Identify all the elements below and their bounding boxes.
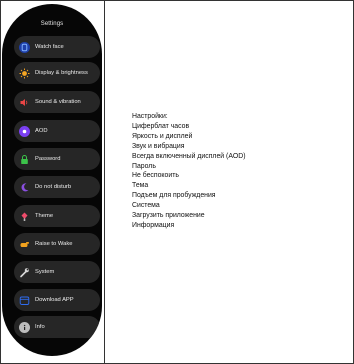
- info-heading: Настройки:: [132, 113, 168, 120]
- info-line: Информация: [132, 221, 175, 229]
- menu-label: Watch face: [35, 43, 64, 50]
- lock-icon: [19, 154, 30, 165]
- download-app-icon: [19, 295, 30, 306]
- info-line: Пароль: [132, 162, 156, 170]
- menu-item-info[interactable]: Info: [14, 316, 100, 338]
- moon-icon: [19, 182, 30, 193]
- info-line: Яркость и дисплей: [132, 132, 193, 140]
- info-line: Подъем для пробуждения: [132, 192, 216, 200]
- wrench-icon: [19, 267, 30, 278]
- menu-item-watch-face[interactable]: Watch face: [14, 36, 100, 58]
- cell-divider: [104, 0, 105, 364]
- settings-description-list: Настройки: Циферблат часов Яркость и дис…: [132, 112, 347, 231]
- menu-item-system[interactable]: System: [14, 261, 100, 283]
- menu-label: Theme: [35, 212, 54, 219]
- menu-item-aod[interactable]: AOD: [14, 120, 100, 142]
- menu-item-do-not-disturb[interactable]: Do not disturb: [14, 176, 100, 198]
- menu-label: Sound & vibration: [35, 98, 81, 105]
- menu-label: Raise to Wake: [35, 240, 73, 247]
- menu-item-display-brightness[interactable]: Display & brightness: [14, 62, 100, 84]
- info-line: Не беспокоить: [132, 172, 179, 180]
- sun-icon: [19, 68, 30, 79]
- menu-label: Display & brightness: [35, 69, 88, 76]
- info-line: Всегда включенный дисплей (AOD): [132, 152, 246, 160]
- watch-screen: Settings Watch face Display & brightness…: [2, 4, 102, 356]
- info-line: Звук и вибрация: [132, 142, 185, 150]
- info-line: Система: [132, 202, 160, 210]
- menu-item-download-app[interactable]: Download APP: [14, 289, 100, 311]
- menu-item-sound-vibration[interactable]: Sound & vibration: [14, 91, 100, 113]
- menu-label: Download APP: [35, 296, 74, 303]
- info-line: Циферблат часов: [132, 122, 190, 130]
- theme-icon: [19, 211, 30, 222]
- menu-label: AOD: [35, 127, 48, 134]
- info-line: Тема: [132, 182, 149, 190]
- menu-label: Do not disturb: [35, 183, 72, 190]
- menu-label: Info: [35, 323, 45, 330]
- raise-hand-icon: [19, 239, 30, 250]
- menu-item-password[interactable]: Password: [14, 148, 100, 170]
- speaker-icon: [19, 97, 30, 108]
- watch-settings-title: Settings: [40, 21, 64, 27]
- menu-item-theme[interactable]: Theme: [14, 205, 100, 227]
- menu-label: System: [35, 268, 55, 275]
- info-icon: [19, 321, 30, 333]
- menu-item-raise-to-wake[interactable]: Raise to Wake: [14, 233, 100, 255]
- menu-label: Password: [35, 155, 61, 162]
- info-line: Загрузить приложение: [132, 212, 205, 220]
- watch-face-icon: [19, 41, 30, 53]
- aod-icon: [19, 125, 30, 137]
